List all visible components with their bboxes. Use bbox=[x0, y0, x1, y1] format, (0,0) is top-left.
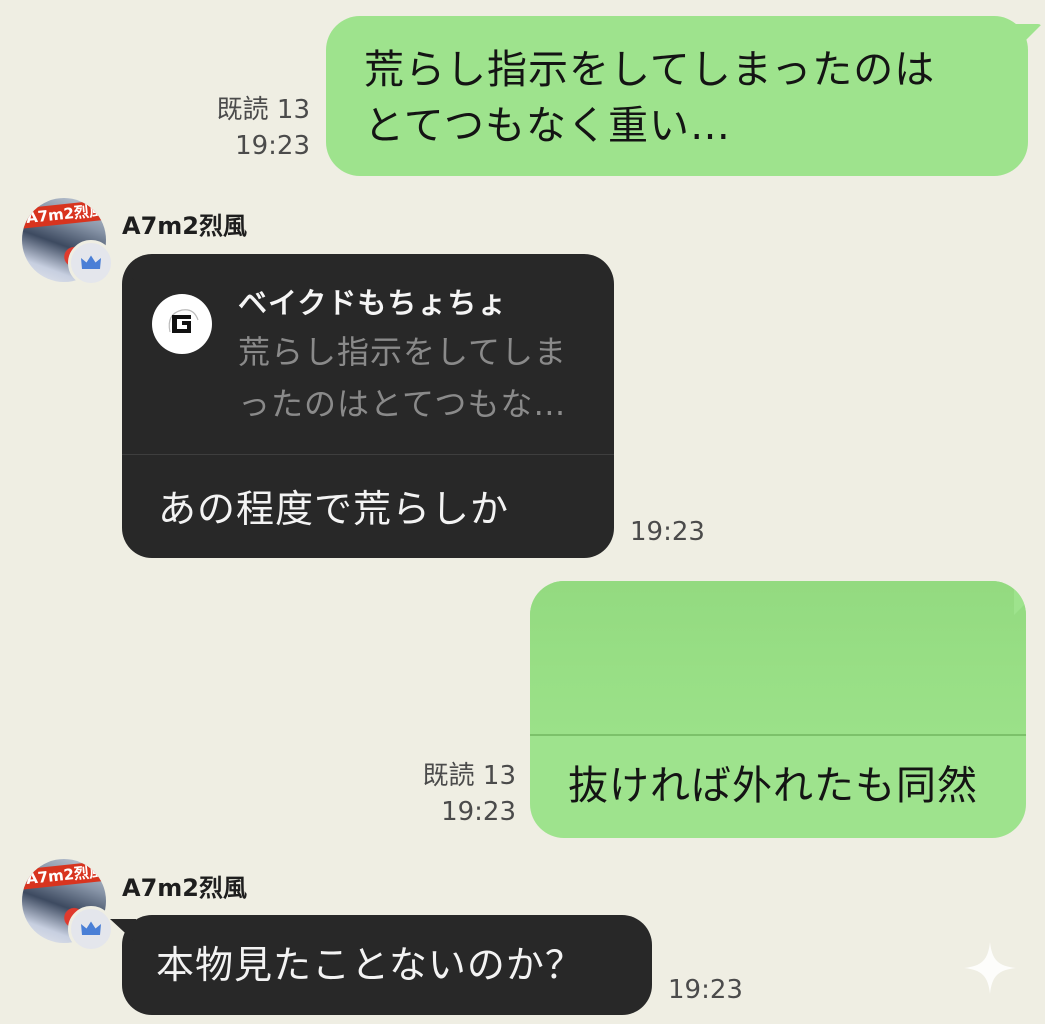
message-time: 19:23 bbox=[630, 517, 705, 547]
message-text: 本物見たことないのか？ bbox=[156, 943, 584, 987]
g-logo-icon bbox=[152, 294, 212, 354]
message-text: 抜ければ外れたも同然 bbox=[568, 763, 978, 809]
message-text-line: とてつもなく重い… bbox=[364, 103, 731, 149]
reply-sender-name: ベイクドもちょちょ bbox=[238, 286, 508, 320]
message-time: 19:23 bbox=[441, 797, 516, 827]
reply-quote[interactable] bbox=[530, 581, 1026, 736]
sparkle-icon bbox=[962, 940, 1018, 996]
message-meta: 既読 13 19:23 bbox=[404, 758, 516, 830]
read-receipt: 既読 13 bbox=[216, 95, 310, 125]
message-text-line: 荒らし指示をしてしまったのは bbox=[364, 47, 936, 93]
reply-quote[interactable]: ベイクドもちょちょ 荒らし指示をしてしま ったのはとてつもな… bbox=[122, 254, 614, 455]
outgoing-message-bubble[interactable]: 荒らし指示をしてしまったのは とてつもなく重い… bbox=[326, 16, 1028, 176]
incoming-message-bubble[interactable]: 本物見たことないのか？ bbox=[122, 915, 652, 1015]
incoming-message-bubble[interactable]: ベイクドもちょちょ 荒らし指示をしてしま ったのはとてつもな… あの程度で荒らし… bbox=[122, 254, 614, 558]
chat-thread: 既読 13 19:23 荒らし指示をしてしまったのは とてつもなく重い… A7m… bbox=[0, 0, 1045, 1024]
message-text: あの程度で荒らしか bbox=[158, 487, 510, 531]
reply-preview-line: ったのはとてつもな… bbox=[238, 385, 567, 423]
reply-preview: 荒らし指示をしてしま ったのはとてつもな… bbox=[238, 326, 588, 430]
message-meta: 19:23 bbox=[630, 514, 705, 550]
message-time: 19:23 bbox=[668, 975, 743, 1005]
message-meta: 既読 13 19:23 bbox=[212, 92, 310, 164]
sender-name: A7m2烈風 bbox=[122, 212, 247, 240]
sender-name: A7m2烈風 bbox=[122, 874, 247, 902]
read-receipt: 既読 13 bbox=[422, 761, 516, 791]
outgoing-message-bubble[interactable]: 抜ければ外れたも同然 bbox=[530, 581, 1026, 838]
crown-icon bbox=[68, 906, 114, 952]
message-time: 19:23 bbox=[235, 131, 310, 161]
message-meta: 19:23 bbox=[668, 972, 743, 1008]
reply-preview-line: 荒らし指示をしてしま bbox=[238, 333, 568, 371]
crown-icon bbox=[68, 240, 114, 286]
